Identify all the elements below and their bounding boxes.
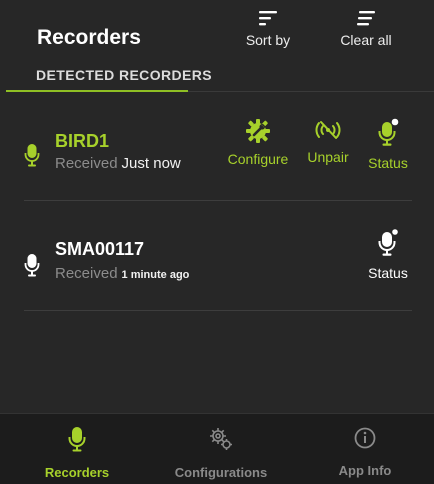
configure-button[interactable]: Configure — [220, 118, 296, 167]
nav-app-info-label: App Info — [338, 463, 392, 478]
microphone-status-icon — [378, 118, 399, 146]
status-label: Status — [368, 155, 408, 171]
sort-lines-icon — [259, 11, 277, 26]
recorder-row-sma00117[interactable]: SMA00117 Received 1 minute ago Status — [0, 220, 434, 320]
clear-lines-icon — [357, 11, 375, 26]
recorder-name: BIRD1 — [55, 131, 110, 151]
recorder-row-bird1[interactable]: BIRD1 Received Just now Configure Unpair… — [0, 110, 434, 210]
gear-wrench-icon — [246, 119, 270, 143]
row-divider — [24, 200, 412, 201]
received-status: Received 1 minute ago — [55, 265, 189, 282]
status-button[interactable]: Status — [360, 228, 416, 281]
nav-configurations[interactable]: Configurations — [160, 426, 282, 480]
microphone-icon — [24, 144, 40, 167]
clear-all-button[interactable]: Clear all — [330, 10, 402, 48]
microphone-status-icon — [378, 228, 399, 256]
recorders-screen: Recorders Sort by Clear all DETECTED REC… — [0, 0, 434, 484]
clear-all-label: Clear all — [340, 32, 392, 48]
active-tab-indicator — [6, 90, 188, 92]
broken-signal-icon — [315, 121, 341, 139]
tab-track-divider — [188, 91, 434, 92]
microphone-icon — [68, 427, 86, 452]
nav-recorders[interactable]: Recorders — [30, 426, 124, 480]
sort-by-button[interactable]: Sort by — [232, 10, 304, 48]
recorder-name: SMA00117 — [55, 239, 145, 259]
status-label: Status — [368, 265, 408, 281]
unpair-label: Unpair — [307, 149, 349, 165]
gears-icon — [210, 428, 232, 450]
tab-detected-recorders[interactable]: DETECTED RECORDERS — [36, 67, 212, 83]
received-time: 1 minute ago — [121, 269, 190, 281]
bottom-nav: Recorders Configurations App Info — [0, 413, 434, 484]
row-divider — [24, 310, 412, 311]
unpair-button[interactable]: Unpair — [302, 118, 354, 165]
configure-label: Configure — [227, 151, 289, 167]
top-bar: Recorders Sort by Clear all DETECTED REC… — [0, 0, 434, 95]
received-label: Received — [55, 265, 118, 282]
page-title: Recorders — [37, 26, 141, 49]
nav-app-info[interactable]: App Info — [320, 426, 410, 478]
received-status: Received Just now — [55, 155, 181, 172]
nav-recorders-label: Recorders — [44, 465, 110, 480]
received-time: Just now — [121, 155, 181, 172]
info-circle-icon — [354, 427, 376, 449]
received-label: Received — [55, 155, 118, 172]
nav-configurations-label: Configurations — [174, 465, 268, 480]
sort-by-label: Sort by — [245, 32, 291, 48]
status-button[interactable]: Status — [362, 118, 414, 171]
microphone-icon — [24, 254, 40, 277]
